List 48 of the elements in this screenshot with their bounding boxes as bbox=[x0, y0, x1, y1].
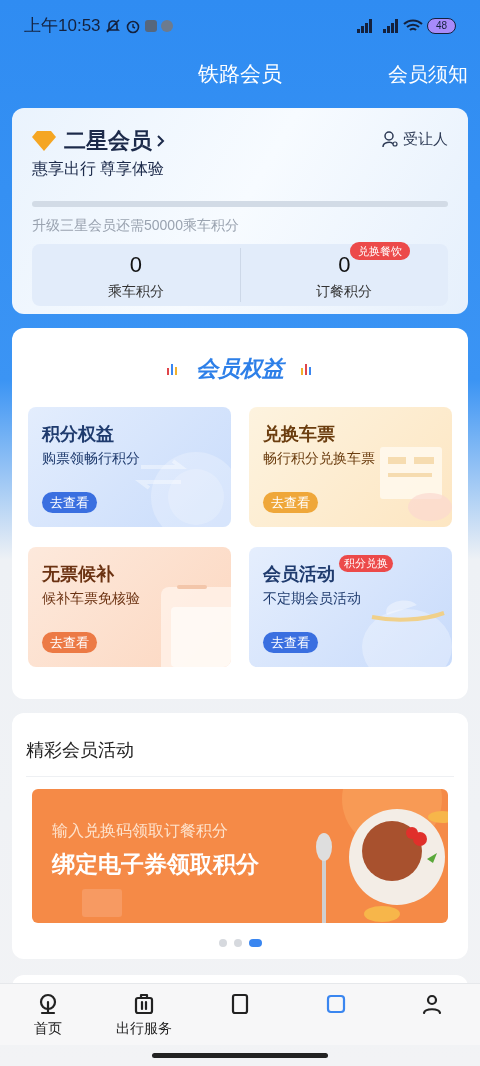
view-button[interactable]: 去查看 bbox=[263, 631, 318, 653]
points-label: 乘车积分 bbox=[107, 281, 164, 301]
chevron-right-icon bbox=[156, 133, 166, 148]
status-time: 上午10:53 bbox=[24, 15, 101, 38]
banner-subtitle: 输入兑换码领取订餐积分 bbox=[52, 821, 229, 841]
points-value: 0 bbox=[338, 251, 351, 277]
benefit-subtitle: 不定期会员活动 bbox=[263, 589, 362, 608]
exchange-badge[interactable]: 兑换餐饮 bbox=[350, 241, 411, 261]
benefit-title: 积分权益 bbox=[42, 423, 114, 446]
member-level[interactable]: 二星会员 bbox=[64, 124, 152, 157]
nav-label: 出行服务 bbox=[116, 1019, 172, 1038]
alarm-icon bbox=[124, 18, 141, 34]
nav-tab[interactable]: 首页 bbox=[0, 984, 96, 1045]
benefit-title: 会员活动 bbox=[263, 563, 335, 586]
beneficiary-link[interactable]: 受让人 bbox=[403, 128, 448, 151]
app-icon bbox=[160, 20, 173, 32]
benefit-card[interactable]: 会员活动 积分兑换 不定期会员活动 去查看 bbox=[249, 547, 452, 667]
benefit-title: 无票候补 bbox=[42, 563, 114, 586]
member-slogan: 惠享出行 尊享体验 bbox=[32, 159, 166, 179]
bars-icon bbox=[300, 361, 314, 376]
points-value: 0 bbox=[129, 251, 142, 277]
wifi-icon bbox=[402, 19, 423, 33]
banner-title: 绑定电子券领取积分 bbox=[52, 850, 260, 879]
nav-tab[interactable]: 出行服务 bbox=[96, 984, 192, 1045]
benefit-subtitle: 畅行积分兑换车票 bbox=[263, 449, 376, 468]
section-title: 精彩会员活动 bbox=[26, 739, 135, 762]
user-icon bbox=[381, 130, 399, 149]
exchange-badge: 积分兑换 bbox=[339, 555, 393, 572]
luggage-icon bbox=[132, 992, 156, 1016]
bars-icon bbox=[166, 361, 180, 376]
view-button[interactable]: 去查看 bbox=[42, 491, 97, 513]
benefit-title: 兑换车票 bbox=[263, 423, 335, 446]
page-title: 铁路会员 bbox=[198, 61, 282, 88]
nav-label: 首页 bbox=[34, 1019, 62, 1038]
user-icon bbox=[420, 992, 444, 1016]
section-title: 会员权益 bbox=[196, 355, 284, 383]
battery-indicator: 48 bbox=[426, 18, 456, 34]
benefit-card[interactable]: 兑换车票 畅行积分兑换车票 去查看 bbox=[249, 407, 452, 527]
benefit-subtitle: 候补车票免核验 bbox=[42, 589, 141, 608]
upgrade-hint: 升级三星会员还需50000乘车积分 bbox=[32, 215, 240, 235]
benefit-subtitle: 购票领畅行积分 bbox=[42, 449, 141, 468]
app-icon bbox=[144, 20, 157, 32]
member-card-icon bbox=[324, 992, 348, 1016]
diamond-icon bbox=[32, 130, 56, 151]
points-label: 订餐积分 bbox=[316, 281, 373, 301]
benefit-card[interactable]: 无票候补 候补车票免核验 去查看 bbox=[28, 547, 231, 667]
bell-off-icon bbox=[104, 18, 121, 34]
benefit-card[interactable]: 积分权益 购票领畅行积分 去查看 bbox=[28, 407, 231, 527]
